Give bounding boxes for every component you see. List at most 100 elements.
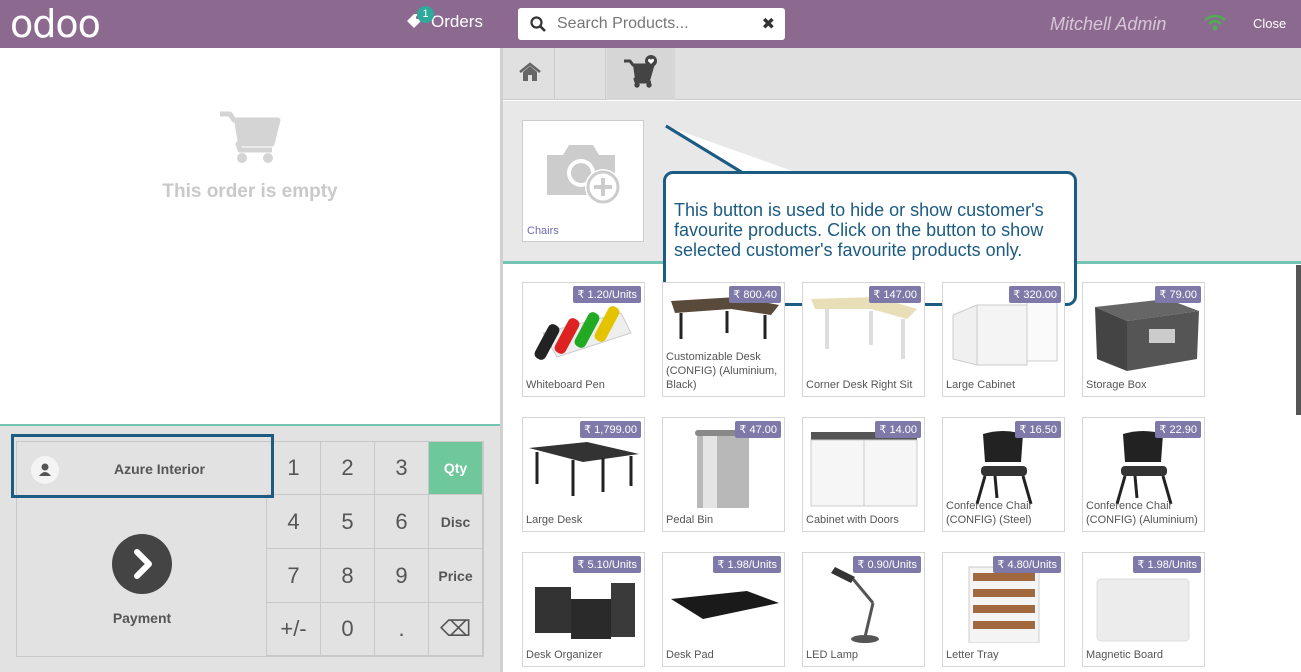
product-card[interactable]: ₹ 14.00 Cabinet with Doors	[802, 417, 925, 532]
backspace-icon[interactable]: ⌫	[429, 603, 483, 656]
numpad-key-8[interactable]: 8	[321, 549, 375, 603]
numpad-key-4[interactable]: 4	[267, 495, 321, 549]
product-card[interactable]: ₹ 5.10/Units Desk Organizer	[522, 552, 645, 667]
product-card[interactable]: ₹ 800.40 Customizable Desk (CONFIG) (Alu…	[662, 282, 785, 397]
cart-icon	[218, 110, 282, 169]
product-name: Cabinet with Doors	[806, 514, 899, 526]
led-lamp-image	[807, 563, 921, 643]
product-card[interactable]: ₹ 0.90/Units LED Lamp	[802, 552, 925, 667]
tooltip-text: This button is used to hide or show cust…	[674, 200, 1044, 260]
product-card[interactable]: ₹ 1.98/Units Desk Pad	[662, 552, 785, 667]
product-card[interactable]: ₹ 22.90 Conference Chair (CONFIG) (Alumi…	[1082, 417, 1205, 532]
clear-search-icon[interactable]: ✖	[762, 14, 775, 34]
category-chairs[interactable]: Chairs	[522, 120, 644, 242]
numpad-key-plus-minus[interactable]: +/-	[267, 603, 321, 656]
pedal-bin-image	[667, 428, 781, 512]
order-pane: This order is empty Azure Interior Payme…	[0, 48, 500, 672]
product-name: Magnetic Board	[1086, 649, 1164, 661]
product-name: Desk Pad	[666, 649, 714, 661]
product-card[interactable]: ₹ 4.80/Units Letter Tray	[942, 552, 1065, 667]
mode-qty-button[interactable]: Qty	[429, 442, 483, 495]
chair-image	[1087, 428, 1201, 508]
cart-heart-icon	[623, 54, 659, 94]
cabinet-image	[947, 293, 1061, 373]
product-card[interactable]: ₹ 147.00 Corner Desk Right Sit	[802, 282, 925, 397]
cabinet-doors-image	[807, 428, 921, 508]
product-name: Whiteboard Pen	[526, 379, 605, 391]
numpad-key-3[interactable]: 3	[375, 442, 429, 495]
product-price: ₹ 1,799.00	[580, 421, 641, 438]
numpad-key-1[interactable]: 1	[267, 442, 321, 495]
product-card[interactable]: ₹ 79.00 Storage Box	[1082, 282, 1205, 397]
category-name: Chairs	[527, 225, 559, 237]
product-name: Large Cabinet	[946, 379, 1016, 391]
large-desk-image	[527, 428, 641, 508]
product-price: ₹ 16.50	[1015, 421, 1061, 438]
product-card[interactable]: ₹ 1.98/Units Magnetic Board	[1082, 552, 1205, 667]
product-card[interactable]: ₹ 16.50 Conference Chair (CONFIG) (Steel…	[942, 417, 1065, 532]
payment-label: Payment	[112, 610, 172, 626]
numpad-key-decimal[interactable]: .	[375, 603, 429, 656]
callout-pointer	[665, 124, 798, 175]
product-card[interactable]: ₹ 47.00 Pedal Bin	[662, 417, 785, 532]
top-bar: odoo 1 Orders ✖ Mitchell Admin Close	[0, 0, 1301, 48]
product-price: ₹ 320.00	[1009, 286, 1061, 303]
payment-button[interactable]: Payment	[17, 496, 267, 656]
product-price: ₹ 0.90/Units	[853, 556, 921, 573]
product-price: ₹ 14.00	[875, 421, 921, 438]
category-list: Chairs This button is used to hide or sh…	[503, 101, 1301, 306]
breadcrumb-spacer	[556, 48, 606, 100]
desk-organizer-image	[527, 563, 641, 643]
breadcrumb	[503, 48, 1301, 100]
chair-image	[947, 428, 1061, 508]
product-price: ₹ 800.40	[729, 286, 781, 303]
product-card[interactable]: ₹ 320.00 Large Cabinet	[942, 282, 1065, 397]
ticket-icon: 1	[405, 6, 434, 32]
home-icon	[518, 61, 542, 87]
product-name: Storage Box	[1086, 379, 1147, 391]
empty-order-text: This order is empty	[162, 181, 338, 202]
numpad-key-7[interactable]: 7	[267, 549, 321, 603]
odoo-logo: odoo	[10, 2, 101, 46]
storage-box-image	[1087, 293, 1201, 373]
numpad-key-6[interactable]: 6	[375, 495, 429, 549]
product-name: Conference Chair (CONFIG) (Aluminium)	[1086, 500, 1198, 526]
mode-price-button[interactable]: Price	[429, 549, 483, 603]
product-name: Customizable Desk (CONFIG) (Aluminium, B…	[666, 351, 778, 391]
product-name: Desk Organizer	[526, 649, 603, 661]
numpad-key-5[interactable]: 5	[321, 495, 375, 549]
product-name: Conference Chair (CONFIG) (Steel)	[946, 500, 1033, 526]
magnetic-board-image	[1087, 563, 1201, 643]
product-scrollbar[interactable]	[1296, 265, 1301, 415]
close-button[interactable]: Close	[1253, 16, 1286, 31]
numpad-key-2[interactable]: 2	[321, 442, 375, 495]
orders-button[interactable]: 1 Orders	[405, 6, 483, 32]
product-card[interactable]: ₹ 1,799.00 Large Desk	[522, 417, 645, 532]
product-price: ₹ 1.20/Units	[573, 286, 641, 303]
mode-disc-button[interactable]: Disc	[429, 495, 483, 549]
favourite-products-button[interactable]	[607, 48, 675, 100]
numpad: 1 2 3 Qty 4 5 6 Disc 7 8 9 Price +/- 0 .…	[267, 442, 483, 656]
orders-label: Orders	[431, 12, 483, 31]
desk-pad-image	[667, 563, 781, 643]
product-price: ₹ 22.90	[1155, 421, 1201, 438]
product-price: ₹ 5.10/Units	[573, 556, 641, 573]
search-bar: ✖	[518, 8, 785, 40]
orders-count-badge: 1	[417, 6, 434, 23]
product-price: ₹ 1.98/Units	[1133, 556, 1201, 573]
camera-plus-icon	[543, 137, 625, 214]
product-name: LED Lamp	[806, 649, 858, 661]
product-name: Corner Desk Right Sit	[806, 379, 913, 391]
numpad-key-9[interactable]: 9	[375, 549, 429, 603]
product-pane: Chairs This button is used to hide or sh…	[500, 48, 1301, 672]
product-price: ₹ 79.00	[1155, 286, 1201, 303]
search-icon	[529, 15, 547, 33]
home-button[interactable]	[505, 48, 555, 100]
product-name: Large Desk	[526, 514, 583, 526]
search-input[interactable]	[557, 15, 752, 33]
product-price: ₹ 1.98/Units	[713, 556, 781, 573]
numpad-key-0[interactable]: 0	[321, 603, 375, 656]
product-card[interactable]: ₹ 1.20/Units Whiteboard Pen	[522, 282, 645, 397]
whiteboard-pen-image	[527, 293, 641, 373]
product-price: ₹ 47.00	[735, 421, 781, 438]
